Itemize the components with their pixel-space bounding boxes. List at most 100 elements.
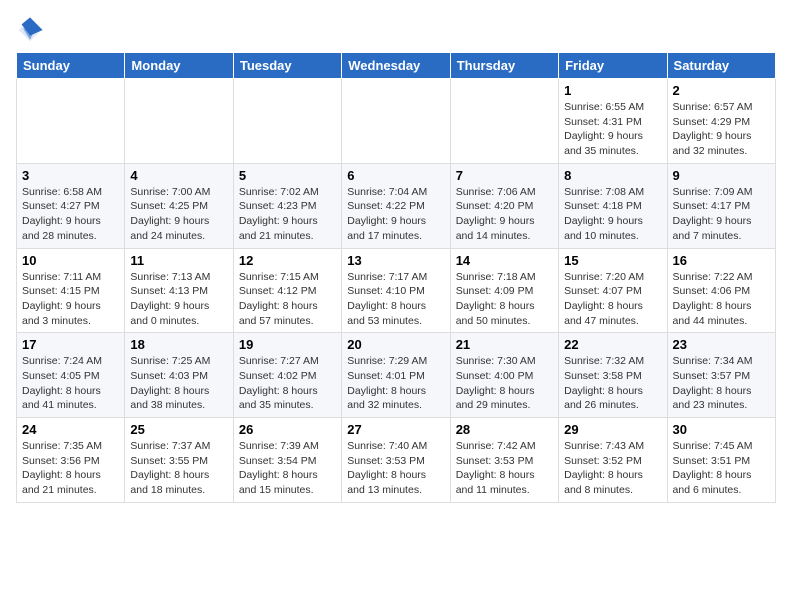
calendar-cell: 18 Sunrise: 7:25 AM Sunset: 4:03 PM Dayli… — [125, 333, 233, 418]
calendar-cell — [17, 79, 125, 164]
day-number: 30 — [673, 422, 770, 437]
day-info: Sunrise: 7:39 AM Sunset: 3:54 PM Dayligh… — [239, 439, 336, 498]
weekday-header-thursday: Thursday — [450, 53, 558, 79]
day-number: 5 — [239, 168, 336, 183]
header — [16, 16, 776, 44]
day-number: 25 — [130, 422, 227, 437]
day-number: 20 — [347, 337, 444, 352]
week-row-4: 24 Sunrise: 7:35 AM Sunset: 3:56 PM Dayli… — [17, 418, 776, 503]
calendar-table: SundayMondayTuesdayWednesdayThursdayFrid… — [16, 52, 776, 503]
calendar-cell: 17 Sunrise: 7:24 AM Sunset: 4:05 PM Dayli… — [17, 333, 125, 418]
calendar-cell: 19Sunrise: 7:27 AM Sunset: 4:02 PM Dayli… — [233, 333, 341, 418]
day-number: 24 — [22, 422, 119, 437]
day-number: 2 — [673, 83, 770, 98]
calendar-cell: 27 Sunrise: 7:40 AM Sunset: 3:53 PM Dayli… — [342, 418, 450, 503]
week-row-2: 10 Sunrise: 7:11 AM Sunset: 4:15 PM Dayli… — [17, 248, 776, 333]
calendar-cell: 13 Sunrise: 7:17 AM Sunset: 4:10 PM Dayli… — [342, 248, 450, 333]
day-info: Sunrise: 7:08 AM Sunset: 4:18 PM Dayligh… — [564, 185, 661, 244]
calendar-cell: 25Sunrise: 7:37 AM Sunset: 3:55 PM Dayli… — [125, 418, 233, 503]
day-info: Sunrise: 7:18 AM Sunset: 4:09 PM Dayligh… — [456, 270, 553, 329]
day-info: Sunrise: 7:35 AM Sunset: 3:56 PM Dayligh… — [22, 439, 119, 498]
calendar-cell: 21 Sunrise: 7:30 AM Sunset: 4:00 PM Dayli… — [450, 333, 558, 418]
calendar-cell: 12 Sunrise: 7:15 AM Sunset: 4:12 PM Dayli… — [233, 248, 341, 333]
day-info: Sunrise: 7:00 AM Sunset: 4:25 PM Dayligh… — [130, 185, 227, 244]
day-info: Sunrise: 7:02 AM Sunset: 4:23 PM Dayligh… — [239, 185, 336, 244]
day-info: Sunrise: 6:57 AM Sunset: 4:29 PM Dayligh… — [673, 100, 770, 159]
day-number: 1 — [564, 83, 661, 98]
day-number: 8 — [564, 168, 661, 183]
calendar-cell: 29 Sunrise: 7:43 AM Sunset: 3:52 PM Dayli… — [559, 418, 667, 503]
weekday-header-friday: Friday — [559, 53, 667, 79]
day-number: 7 — [456, 168, 553, 183]
day-info: Sunrise: 7:17 AM Sunset: 4:10 PM Dayligh… — [347, 270, 444, 329]
day-info: Sunrise: 6:55 AM Sunset: 4:31 PM Dayligh… — [564, 100, 661, 159]
calendar-cell: 15 Sunrise: 7:20 AM Sunset: 4:07 PM Dayli… — [559, 248, 667, 333]
calendar-cell: 16 Sunrise: 7:22 AM Sunset: 4:06 PM Dayli… — [667, 248, 775, 333]
calendar-cell — [450, 79, 558, 164]
day-number: 16 — [673, 253, 770, 268]
day-info: Sunrise: 7:34 AM Sunset: 3:57 PM Dayligh… — [673, 354, 770, 413]
week-row-3: 17 Sunrise: 7:24 AM Sunset: 4:05 PM Dayli… — [17, 333, 776, 418]
day-info: Sunrise: 7:22 AM Sunset: 4:06 PM Dayligh… — [673, 270, 770, 329]
day-info: Sunrise: 6:58 AM Sunset: 4:27 PM Dayligh… — [22, 185, 119, 244]
logo-icon — [16, 16, 44, 44]
day-number: 10 — [22, 253, 119, 268]
day-number: 14 — [456, 253, 553, 268]
calendar-cell: 3 Sunrise: 6:58 AM Sunset: 4:27 PM Daylig… — [17, 163, 125, 248]
calendar-cell: 11Sunrise: 7:13 AM Sunset: 4:13 PM Dayli… — [125, 248, 233, 333]
day-number: 29 — [564, 422, 661, 437]
calendar-cell: 8 Sunrise: 7:08 AM Sunset: 4:18 PM Daylig… — [559, 163, 667, 248]
calendar-cell: 1 Sunrise: 6:55 AM Sunset: 4:31 PM Daylig… — [559, 79, 667, 164]
day-info: Sunrise: 7:30 AM Sunset: 4:00 PM Dayligh… — [456, 354, 553, 413]
calendar-cell — [233, 79, 341, 164]
day-number: 13 — [347, 253, 444, 268]
calendar-cell: 6 Sunrise: 7:04 AM Sunset: 4:22 PM Daylig… — [342, 163, 450, 248]
day-number: 19 — [239, 337, 336, 352]
week-row-1: 3 Sunrise: 6:58 AM Sunset: 4:27 PM Daylig… — [17, 163, 776, 248]
day-number: 26 — [239, 422, 336, 437]
week-row-0: 1 Sunrise: 6:55 AM Sunset: 4:31 PM Daylig… — [17, 79, 776, 164]
day-number: 6 — [347, 168, 444, 183]
calendar-cell: 9Sunrise: 7:09 AM Sunset: 4:17 PM Daylig… — [667, 163, 775, 248]
day-number: 12 — [239, 253, 336, 268]
logo — [16, 16, 48, 44]
day-info: Sunrise: 7:11 AM Sunset: 4:15 PM Dayligh… — [22, 270, 119, 329]
day-number: 27 — [347, 422, 444, 437]
calendar-cell — [342, 79, 450, 164]
day-info: Sunrise: 7:40 AM Sunset: 3:53 PM Dayligh… — [347, 439, 444, 498]
day-info: Sunrise: 7:42 AM Sunset: 3:53 PM Dayligh… — [456, 439, 553, 498]
weekday-header-saturday: Saturday — [667, 53, 775, 79]
weekday-header-sunday: Sunday — [17, 53, 125, 79]
day-number: 17 — [22, 337, 119, 352]
calendar-cell: 2 Sunrise: 6:57 AM Sunset: 4:29 PM Daylig… — [667, 79, 775, 164]
day-info: Sunrise: 7:29 AM Sunset: 4:01 PM Dayligh… — [347, 354, 444, 413]
day-info: Sunrise: 7:24 AM Sunset: 4:05 PM Dayligh… — [22, 354, 119, 413]
calendar-cell: 14 Sunrise: 7:18 AM Sunset: 4:09 PM Dayli… — [450, 248, 558, 333]
day-number: 21 — [456, 337, 553, 352]
calendar-cell: 4 Sunrise: 7:00 AM Sunset: 4:25 PM Daylig… — [125, 163, 233, 248]
calendar-cell: 24 Sunrise: 7:35 AM Sunset: 3:56 PM Dayli… — [17, 418, 125, 503]
day-info: Sunrise: 7:43 AM Sunset: 3:52 PM Dayligh… — [564, 439, 661, 498]
calendar-cell: 20 Sunrise: 7:29 AM Sunset: 4:01 PM Dayli… — [342, 333, 450, 418]
day-info: Sunrise: 7:06 AM Sunset: 4:20 PM Dayligh… — [456, 185, 553, 244]
day-number: 4 — [130, 168, 227, 183]
day-info: Sunrise: 7:25 AM Sunset: 4:03 PM Dayligh… — [130, 354, 227, 413]
day-info: Sunrise: 7:45 AM Sunset: 3:51 PM Dayligh… — [673, 439, 770, 498]
calendar-cell: 26 Sunrise: 7:39 AM Sunset: 3:54 PM Dayli… — [233, 418, 341, 503]
calendar-cell: 10 Sunrise: 7:11 AM Sunset: 4:15 PM Dayli… — [17, 248, 125, 333]
weekday-header-monday: Monday — [125, 53, 233, 79]
day-info: Sunrise: 7:15 AM Sunset: 4:12 PM Dayligh… — [239, 270, 336, 329]
day-number: 15 — [564, 253, 661, 268]
day-number: 22 — [564, 337, 661, 352]
day-number: 23 — [673, 337, 770, 352]
day-number: 18 — [130, 337, 227, 352]
day-info: Sunrise: 7:20 AM Sunset: 4:07 PM Dayligh… — [564, 270, 661, 329]
calendar-cell: 7 Sunrise: 7:06 AM Sunset: 4:20 PM Daylig… — [450, 163, 558, 248]
weekday-header-wednesday: Wednesday — [342, 53, 450, 79]
day-info: Sunrise: 7:04 AM Sunset: 4:22 PM Dayligh… — [347, 185, 444, 244]
calendar-cell: 22Sunrise: 7:32 AM Sunset: 3:58 PM Dayli… — [559, 333, 667, 418]
weekday-header-tuesday: Tuesday — [233, 53, 341, 79]
day-number: 9 — [673, 168, 770, 183]
day-number: 3 — [22, 168, 119, 183]
day-number: 28 — [456, 422, 553, 437]
